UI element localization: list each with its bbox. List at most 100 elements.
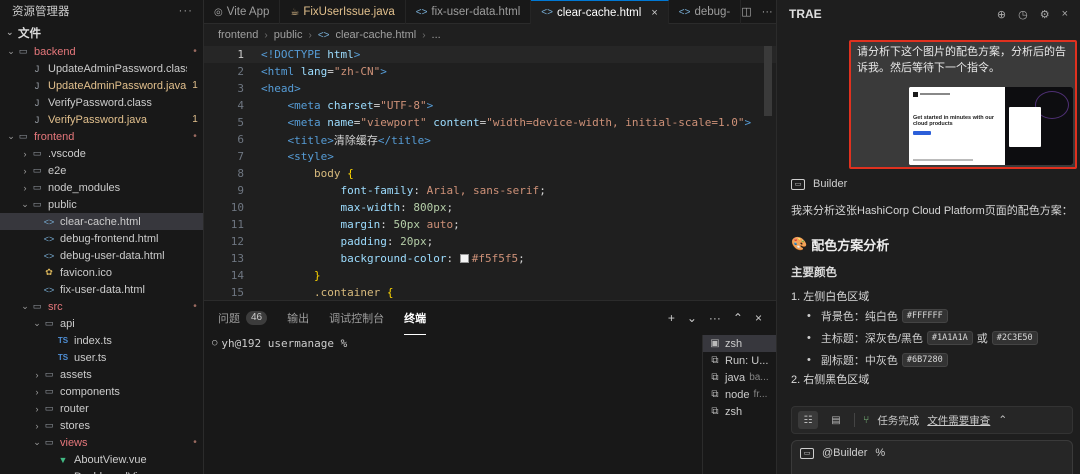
new-terminal-icon[interactable]: + bbox=[668, 311, 675, 325]
breadcrumb-item[interactable]: public bbox=[274, 29, 303, 41]
files-section-header[interactable]: ⌄ 文件 bbox=[0, 22, 203, 43]
tree-file[interactable]: <> debug-frontend.html bbox=[0, 230, 203, 247]
terminal-instance[interactable]: ⧉ Run: U... bbox=[703, 352, 776, 369]
tab-close-icon[interactable]: × bbox=[651, 7, 657, 19]
explorer-sidebar: 资源管理器 ··· ⌄ 文件 ⌄ ▭ backend • J UpdateAdminPas… bbox=[0, 0, 204, 474]
tree-file[interactable]: <> fix-user-data.html bbox=[0, 281, 203, 298]
code-line[interactable]: 1 <!DOCTYPE html> bbox=[204, 46, 776, 63]
tree-folder[interactable]: › ▭ .vscode bbox=[0, 145, 203, 162]
panel-tab[interactable]: 调试控制台 bbox=[329, 301, 384, 335]
tree-folder[interactable]: › ▭ stores bbox=[0, 417, 203, 434]
tree-folder[interactable]: ⌄ ▭ api bbox=[0, 315, 203, 332]
code-line[interactable]: 6 <title>清除缓存</title> bbox=[204, 131, 776, 148]
code-line[interactable]: 7 <style> bbox=[204, 148, 776, 165]
chat-input[interactable]: ▭ @Builder % bbox=[791, 440, 1073, 474]
tree-file[interactable]: <> clear-cache.html bbox=[0, 213, 203, 230]
terminal-output[interactable]: ○ yh@192 usermanage % bbox=[204, 335, 702, 474]
close-panel-icon[interactable]: × bbox=[755, 311, 762, 325]
tree-folder[interactable]: › ▭ components bbox=[0, 383, 203, 400]
code-line[interactable]: 3 <head> bbox=[204, 80, 776, 97]
tree-file[interactable]: ▼ AboutView.vue bbox=[0, 451, 203, 468]
tree-folder[interactable]: ⌄ ▭ frontend • bbox=[0, 128, 203, 145]
editor-scrollbar[interactable] bbox=[764, 46, 772, 116]
panel-tab[interactable]: 终端 bbox=[404, 301, 427, 335]
globe-icon: ◎ bbox=[214, 6, 223, 18]
tree-file[interactable]: J UpdateAdminPassword.java 1 bbox=[0, 77, 203, 94]
chat-title: TRAE bbox=[789, 7, 822, 21]
tree-folder[interactable]: › ▭ e2e bbox=[0, 162, 203, 179]
terminal-instance[interactable]: ▣ zsh bbox=[703, 335, 776, 352]
tree-file[interactable]: TS user.ts bbox=[0, 349, 203, 366]
tree-file[interactable]: ✿ favicon.ico bbox=[0, 264, 203, 281]
problems-count-badge: 46 bbox=[246, 311, 268, 325]
code-line[interactable]: 5 <meta name="viewport" content="width=d… bbox=[204, 114, 776, 131]
editor-tab[interactable]: <> debug- bbox=[669, 0, 742, 24]
tree-item-label: .vscode bbox=[48, 147, 86, 160]
terminal-instance[interactable]: ⧉ java ba... bbox=[703, 369, 776, 386]
tree-file[interactable]: J VerifyPassword.java 1 bbox=[0, 111, 203, 128]
tree-file[interactable]: <> debug-user-data.html bbox=[0, 247, 203, 264]
split-editor-icon[interactable]: ◫ bbox=[741, 5, 751, 18]
code-line[interactable]: 12 padding: 20px; bbox=[204, 233, 776, 250]
expand-icon[interactable]: ⌃ bbox=[998, 414, 1007, 426]
breadcrumb-item[interactable]: frontend bbox=[218, 29, 258, 41]
tree-file[interactable]: TS index.ts bbox=[0, 332, 203, 349]
panel-tab[interactable]: 问题 46 bbox=[218, 301, 268, 335]
review-files-link[interactable]: 文件需要审查 bbox=[927, 413, 990, 428]
editor-tab[interactable]: <> clear-cache.html × bbox=[531, 0, 669, 24]
editor-tab[interactable]: ☕ FixUserIssue.java bbox=[280, 0, 406, 24]
code-editor[interactable]: 1 <!DOCTYPE html> 2 <html lang="zh-CN"> 3 <he… bbox=[204, 46, 776, 300]
code-text: } bbox=[313, 269, 321, 282]
close-icon[interactable]: × bbox=[1062, 8, 1068, 21]
panel-more-icon[interactable]: ··· bbox=[709, 311, 721, 325]
panel-tab[interactable]: 输出 bbox=[287, 301, 309, 335]
color-bullet-list: • 背景色：纯白色 #FFFFFF • 主标题：深灰色/黑色 #1A1A1A 或 #2C3E5… bbox=[791, 305, 1073, 371]
mention-tool-icon[interactable]: % bbox=[875, 447, 885, 459]
user-message-bubble: 请分析下这个图片的配色方案，分析后的告诉我。然后等待下一个指令。 Get sta… bbox=[849, 40, 1077, 169]
tree-file[interactable]: ▼DashboardView.vue bbox=[0, 468, 203, 474]
git-status-badge: • bbox=[193, 437, 197, 448]
color-code-chip: #6B7280 bbox=[901, 353, 948, 367]
editor-tab[interactable]: <> fix-user-data.html bbox=[406, 0, 532, 24]
terminal-dropdown-icon[interactable]: ⌄ bbox=[687, 311, 697, 325]
tree-folder[interactable]: › ▭ router bbox=[0, 400, 203, 417]
history-icon[interactable]: ◷ bbox=[1018, 8, 1028, 21]
code-line[interactable]: 9 font-family: Arial, sans-serif; bbox=[204, 182, 776, 199]
tab-more-button[interactable]: ··· bbox=[762, 6, 773, 18]
breadcrumb-item[interactable]: clear-cache.html bbox=[336, 29, 417, 41]
code-line[interactable]: 11 margin: 50px auto; bbox=[204, 216, 776, 233]
folder-icon: ▭ bbox=[32, 199, 42, 209]
mention-agent[interactable]: @Builder bbox=[822, 447, 867, 459]
terminal-instance[interactable]: ⧉ node fr... bbox=[703, 386, 776, 403]
tree-folder[interactable]: › ▭ node_modules bbox=[0, 179, 203, 196]
tree-folder[interactable]: ⌄ ▭ public bbox=[0, 196, 203, 213]
chevron-right-icon: › bbox=[23, 165, 27, 176]
tree-folder[interactable]: › ▭ assets bbox=[0, 366, 203, 383]
maximize-panel-icon[interactable]: ⌃ bbox=[733, 311, 743, 325]
settings-gear-icon[interactable]: ⚙ bbox=[1040, 8, 1050, 21]
code-line[interactable]: 14 } bbox=[204, 267, 776, 284]
tree-folder[interactable]: ⌄ ▭ src • bbox=[0, 298, 203, 315]
doc-view-icon[interactable]: ▤ bbox=[826, 411, 846, 429]
code-line[interactable]: 4 <meta charset="UTF-8"> bbox=[204, 97, 776, 114]
tree-file[interactable]: J UpdateAdminPassword.class bbox=[0, 60, 203, 77]
code-line[interactable]: 15 .container { bbox=[204, 284, 776, 300]
code-line[interactable]: 13 background-color: #f5f5f5; bbox=[204, 250, 776, 267]
tree-folder[interactable]: ⌄ ▭ views • bbox=[0, 434, 203, 451]
breadcrumb-item[interactable]: ... bbox=[432, 29, 441, 41]
attached-image-thumbnail[interactable]: Get started in minutes with our cloud pr… bbox=[909, 87, 1073, 165]
explorer-header: 资源管理器 ··· bbox=[0, 0, 203, 22]
code-line[interactable]: 2 <html lang="zh-CN"> bbox=[204, 63, 776, 80]
code-line[interactable]: 10 max-width: 800px; bbox=[204, 199, 776, 216]
tree-folder[interactable]: ⌄ ▭ backend • bbox=[0, 43, 203, 60]
code-line[interactable]: 8 body { bbox=[204, 165, 776, 182]
tree-file[interactable]: J VerifyPassword.class bbox=[0, 94, 203, 111]
terminal-instance[interactable]: ⧉ zsh bbox=[703, 403, 776, 420]
code-text: <!DOCTYPE html> bbox=[261, 48, 361, 61]
line-number: 7 bbox=[237, 150, 244, 163]
tree-item-label: src bbox=[48, 300, 63, 313]
list-view-icon[interactable]: ☷ bbox=[798, 411, 818, 429]
explorer-more-button[interactable]: ··· bbox=[179, 5, 194, 17]
new-chat-icon[interactable]: ⊕ bbox=[997, 8, 1006, 21]
editor-tab[interactable]: ◎ Vite App bbox=[204, 0, 281, 24]
